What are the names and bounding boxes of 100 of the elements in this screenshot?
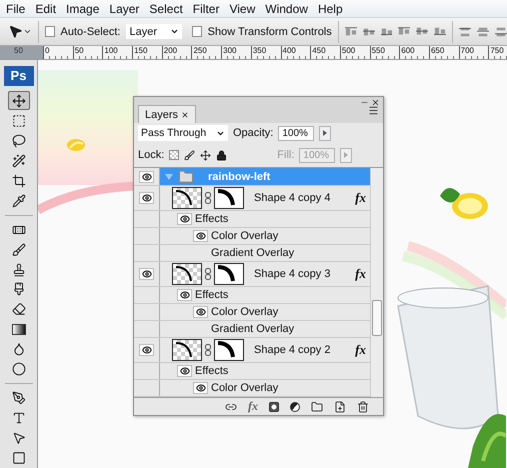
menu-item[interactable]: Select xyxy=(145,2,187,16)
visibility-toggle[interactable] xyxy=(177,289,192,301)
pen-icon xyxy=(12,391,26,406)
new-layer-icon xyxy=(334,400,346,412)
effect-name: Gradient Overlay xyxy=(211,247,294,259)
opacity-stepper[interactable] xyxy=(319,126,332,140)
lemon-icon xyxy=(66,138,86,152)
eye-icon xyxy=(196,307,206,317)
lasso-icon xyxy=(12,134,26,148)
effect-name: Color Overlay xyxy=(211,230,278,242)
arc-icon xyxy=(173,264,195,282)
close-icon[interactable] xyxy=(181,110,190,118)
distribute-icon[interactable] xyxy=(477,26,490,38)
eye-icon xyxy=(142,345,152,355)
menu-item[interactable]: View xyxy=(225,2,260,16)
effects-label: Effects xyxy=(195,213,228,225)
align-icon[interactable] xyxy=(344,26,357,38)
align-icon[interactable] xyxy=(380,26,392,38)
checkbox-label: Show Transform Controls xyxy=(208,26,332,38)
menu-item[interactable]: Image xyxy=(62,2,104,16)
align-icon[interactable] xyxy=(398,26,410,38)
layer-name: Shape 4 copy 2 xyxy=(254,344,330,356)
mask-icon[interactable] xyxy=(269,402,279,412)
ruler-number: 200 xyxy=(162,46,192,59)
blend-mode-dropdown[interactable]: Pass Through xyxy=(138,125,228,141)
visibility-toggle[interactable] xyxy=(139,192,154,204)
lock-all-icon xyxy=(216,150,228,160)
close-icon xyxy=(371,98,380,107)
fill-label: Fill: xyxy=(277,149,294,161)
folder-icon xyxy=(311,400,323,412)
tool-button[interactable] xyxy=(8,91,30,110)
menu-item[interactable]: Help xyxy=(314,2,347,16)
brush-icon xyxy=(12,242,26,257)
distribute-icon[interactable] xyxy=(459,26,472,38)
fx-label: fx xyxy=(355,190,366,206)
triangle-icon xyxy=(323,130,328,136)
effect-name: Gradient Overlay xyxy=(211,323,294,335)
magic-wand-icon xyxy=(12,154,26,168)
align-icon[interactable] xyxy=(416,26,428,38)
checkbox[interactable] xyxy=(192,26,202,37)
fx-label: fx xyxy=(355,266,366,282)
trash-icon xyxy=(357,400,369,412)
layer-row[interactable]: Shape 4 copy 4 fx xyxy=(134,186,370,211)
effects-label: Effects xyxy=(195,289,228,301)
lock-pixels-icon xyxy=(184,150,196,160)
scrollbar[interactable] xyxy=(370,168,383,397)
visibility-toggle[interactable] xyxy=(139,344,154,356)
visibility-toggle[interactable] xyxy=(139,170,154,182)
fx-label: fx xyxy=(355,342,366,358)
stamp-icon xyxy=(12,262,26,277)
move-icon xyxy=(12,94,26,108)
ruler-number: 550 xyxy=(370,46,400,59)
ruler-number: 50 xyxy=(72,46,102,59)
eye-icon xyxy=(196,383,206,393)
adjustment-icon[interactable] xyxy=(290,402,300,412)
layer-name: Shape 4 copy 3 xyxy=(254,268,330,280)
layer-row[interactable]: Shape 4 copy 2 fx xyxy=(134,338,370,363)
menu-item[interactable]: Edit xyxy=(31,2,60,16)
chain-icon xyxy=(205,192,211,204)
arc-icon xyxy=(173,188,195,206)
triangle-icon xyxy=(344,152,348,158)
visibility-toggle[interactable] xyxy=(177,365,192,377)
lock-transparency-icon[interactable] xyxy=(169,150,180,160)
caret-icon xyxy=(23,27,32,36)
effect-name: Color Overlay xyxy=(211,306,278,318)
align-icon[interactable] xyxy=(362,26,375,38)
app-logo: Ps xyxy=(4,66,34,86)
opacity-label: Opacity: xyxy=(233,127,274,139)
distribute-icon[interactable] xyxy=(495,26,507,38)
panel-tab[interactable]: Layers xyxy=(138,105,196,123)
eye-icon xyxy=(142,193,152,203)
checkbox-label: Auto-Select: xyxy=(60,26,120,38)
effects-label: Effects xyxy=(195,365,228,377)
menu-item[interactable]: Window xyxy=(261,2,312,16)
marquee-icon xyxy=(12,114,26,128)
gradient-icon xyxy=(12,324,26,335)
auto-select-dropdown[interactable]: Layer xyxy=(126,24,182,39)
arc-icon xyxy=(215,264,237,282)
effect-name: Color Overlay xyxy=(211,382,278,394)
menu-item[interactable]: Layer xyxy=(105,2,144,16)
align-icon[interactable] xyxy=(434,26,446,38)
visibility-toggle[interactable] xyxy=(193,230,208,242)
layer-name: rainbow-left xyxy=(208,170,270,182)
add-style-button[interactable]: fx xyxy=(248,399,258,414)
visibility-toggle[interactable] xyxy=(139,268,154,280)
crop-icon xyxy=(12,174,26,188)
visibility-toggle[interactable] xyxy=(193,382,208,394)
layer-name: Shape 4 copy 4 xyxy=(254,192,330,204)
eraser-icon xyxy=(12,302,26,316)
lock-label: Lock: xyxy=(138,149,164,161)
visibility-toggle[interactable] xyxy=(193,306,208,318)
visibility-toggle[interactable] xyxy=(177,213,192,225)
layer-row[interactable]: Shape 4 copy 3 fx xyxy=(134,262,370,287)
droplet-icon xyxy=(12,342,26,356)
eye-icon xyxy=(180,290,190,300)
eye-icon xyxy=(180,366,190,376)
menu-item[interactable]: File xyxy=(2,2,30,16)
menu-item[interactable]: Filter xyxy=(188,2,224,16)
checkbox[interactable] xyxy=(44,26,55,37)
opacity-field[interactable]: 100% xyxy=(278,126,314,140)
